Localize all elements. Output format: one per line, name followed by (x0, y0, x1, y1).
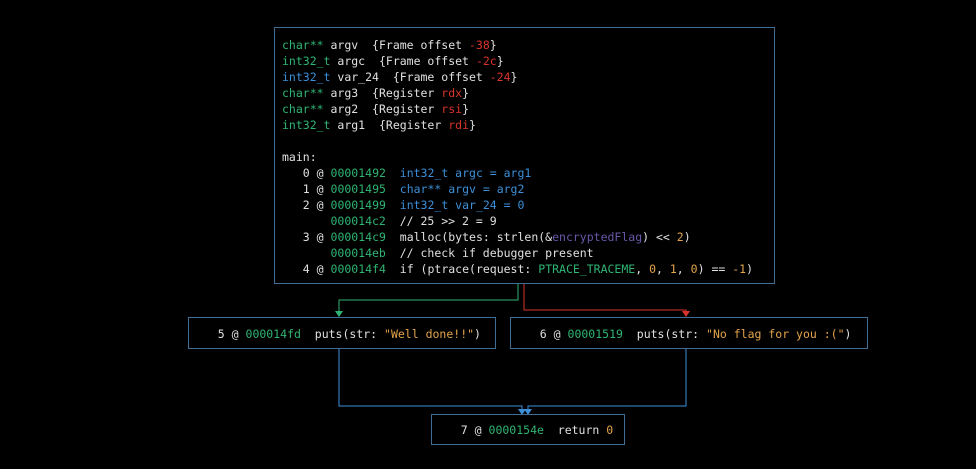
instruction-line[interactable]: 7 @ 0000154e return 0 (440, 422, 613, 438)
false-basic-block[interactable]: 6 @ 00001519 puts(str: "No flag for you … (510, 317, 868, 349)
true-basic-block[interactable]: 5 @ 000014fd puts(str: "Well done!!") (188, 317, 496, 349)
instruction-line[interactable]: 1 @ 00001495 char** argv = arg2 (282, 181, 525, 197)
function-label[interactable]: main: (282, 149, 317, 165)
var-line[interactable]: char** argv {Frame offset -38} (282, 37, 497, 53)
instruction-line[interactable]: 3 @ 000014c9 malloc(bytes: strlen(&encry… (282, 229, 691, 245)
var-line[interactable]: char** arg2 {Register rsi} (282, 101, 469, 117)
instruction-line[interactable]: 000014c2 // 25 >> 2 = 9 (282, 213, 496, 229)
instruction-line[interactable]: 4 @ 000014f4 if (ptrace(request: PTRACE_… (282, 261, 753, 277)
var-line[interactable]: int32_t var_24 {Frame offset -24} (282, 69, 517, 85)
false-branch-edge (523, 284, 687, 313)
main-basic-block[interactable]: char** argv {Frame offset -38} int32_t a… (274, 27, 775, 284)
instruction-line[interactable]: 0 @ 00001492 int32_t argc = arg1 (282, 165, 532, 181)
return-basic-block[interactable]: 7 @ 0000154e return 0 (431, 414, 625, 445)
var-line[interactable]: int32_t arg1 {Register rdi} (282, 117, 476, 133)
true-branch-edge (338, 284, 519, 313)
instruction-line[interactable]: 000014eb // check if debugger present (282, 245, 593, 261)
merge-edge-right (527, 349, 687, 411)
instruction-line[interactable]: 2 @ 00001499 int32_t var_24 = 0 (282, 197, 525, 213)
var-line[interactable]: int32_t argc {Frame offset -2c} (282, 53, 504, 69)
instruction-line[interactable]: 6 @ 00001519 puts(str: "No flag for you … (519, 326, 852, 342)
var-line[interactable]: char** arg3 {Register rdx} (282, 85, 469, 101)
instruction-line[interactable]: 5 @ 000014fd puts(str: "Well done!!") (197, 326, 481, 342)
merge-edge-left (338, 349, 523, 411)
